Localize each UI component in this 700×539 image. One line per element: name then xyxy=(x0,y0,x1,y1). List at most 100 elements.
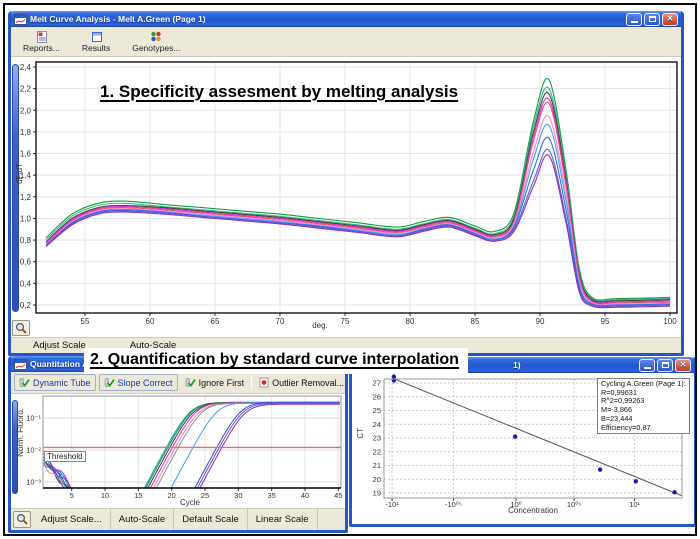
results-icon xyxy=(90,30,103,43)
app-icon xyxy=(14,359,27,370)
magnifier-icon xyxy=(15,322,28,335)
svg-text:35: 35 xyxy=(268,491,276,500)
standard-point-4[interactable] xyxy=(598,467,602,471)
svg-text:19: 19 xyxy=(373,489,381,498)
genotypes-icon xyxy=(149,30,163,43)
svg-text:10⁻²: 10⁻² xyxy=(26,446,41,455)
svg-text:80: 80 xyxy=(406,317,415,326)
svg-text:40: 40 xyxy=(301,491,309,500)
outlier-removal-label: Outlier Removal... xyxy=(272,378,344,388)
reports-label: Reports... xyxy=(23,43,60,53)
svg-text:90: 90 xyxy=(536,317,545,326)
minimize-button[interactable] xyxy=(626,13,642,26)
legend-line: Efficiency=0,87 xyxy=(601,424,686,433)
svg-text:100: 100 xyxy=(663,317,677,326)
std-window-title: 1) xyxy=(513,360,521,370)
std-y-axis-title: CT xyxy=(356,428,365,439)
svg-text:0,2: 0,2 xyxy=(20,301,32,310)
svg-text:0,6: 0,6 xyxy=(20,258,32,267)
svg-text:1,6: 1,6 xyxy=(20,150,32,159)
tube-check-icon xyxy=(185,377,196,388)
magnifier-icon xyxy=(16,513,29,526)
melt-window-titlebar[interactable]: Melt Curve Analysis - Melt A.Green (Page… xyxy=(11,11,681,27)
quant-zoom-button[interactable] xyxy=(13,511,31,528)
slope-correct-button[interactable]: Slope Correct xyxy=(99,374,178,391)
svg-text:5: 5 xyxy=(70,491,74,500)
svg-text:24: 24 xyxy=(373,420,381,429)
dynamic-tube-button[interactable]: Dynamic Tube xyxy=(14,374,96,391)
genotypes-button[interactable]: Genotypes... xyxy=(128,27,184,56)
svg-text:23: 23 xyxy=(373,434,381,443)
svg-text:65: 65 xyxy=(211,317,220,326)
svg-text:70: 70 xyxy=(276,317,285,326)
maximize-button[interactable] xyxy=(657,359,673,372)
standard-point-5[interactable] xyxy=(634,479,638,483)
svg-text:30: 30 xyxy=(234,491,242,500)
svg-text:22: 22 xyxy=(373,447,381,456)
results-label: Results xyxy=(82,43,110,53)
svg-text:2,4: 2,4 xyxy=(20,63,32,72)
svg-text:10⁻¹: 10⁻¹ xyxy=(26,414,41,423)
standard-point-6[interactable] xyxy=(672,490,676,494)
quant-toolbar: Dynamic Tube Slope Correct Ignore First … xyxy=(11,372,345,394)
toolbar-separator xyxy=(251,376,252,390)
close-button[interactable]: ✕ xyxy=(675,359,691,372)
svg-text:2,0: 2,0 xyxy=(20,106,32,115)
standard-curve-legend: Cycling A.Green (Page 1): R=0,99631 R^2=… xyxy=(597,378,690,434)
svg-text:1,0: 1,0 xyxy=(20,214,32,223)
amp-x-axis-title: Cycle xyxy=(150,498,230,507)
auto-scale-button[interactable]: Auto-Scale xyxy=(111,509,174,530)
melt-window-title: Melt Curve Analysis - Melt A.Green (Page… xyxy=(30,14,206,24)
std-x-axis-title: Concentration xyxy=(483,506,583,515)
svg-text:27: 27 xyxy=(373,379,381,388)
svg-text:20: 20 xyxy=(373,475,381,484)
svg-text:26: 26 xyxy=(373,392,381,401)
annotation-specificity: 1. Specificity assesment by melting anal… xyxy=(100,82,458,102)
minimize-button[interactable] xyxy=(639,359,655,372)
reports-button[interactable]: Reports... xyxy=(19,27,64,56)
svg-text:10⁻³: 10⁻³ xyxy=(26,478,41,487)
standard-point-3[interactable] xyxy=(513,434,517,438)
svg-text:85: 85 xyxy=(471,317,480,326)
threshold-marker[interactable]: Threshold xyxy=(44,451,86,462)
tube-check-icon xyxy=(19,377,30,388)
svg-text:1,8: 1,8 xyxy=(20,128,32,137)
slope-correct-label: Slope Correct xyxy=(118,378,173,388)
svg-text:10: 10 xyxy=(101,491,109,500)
melt-zoom-button[interactable] xyxy=(12,320,30,336)
svg-text:55: 55 xyxy=(81,317,90,326)
results-button[interactable]: Results xyxy=(78,27,114,56)
standard-point-2[interactable] xyxy=(392,375,396,379)
desktop: Melt Curve Analysis - Melt A.Green (Page… xyxy=(0,0,700,539)
melt-toolbar: Reports... Results Genotypes... xyxy=(11,27,681,57)
genotypes-label: Genotypes... xyxy=(132,43,180,53)
ignore-first-label: Ignore First xyxy=(199,378,245,388)
reports-icon xyxy=(35,30,48,43)
svg-text:2,2: 2,2 xyxy=(20,85,32,94)
adjust-scale-button[interactable]: Adjust Scale... xyxy=(33,509,111,530)
ignore-first-button[interactable]: Ignore First xyxy=(181,375,249,390)
svg-text:95: 95 xyxy=(601,317,610,326)
svg-text:-10¹: -10¹ xyxy=(385,500,399,509)
svg-text:0,4: 0,4 xyxy=(20,279,32,288)
dynamic-tube-label: Dynamic Tube xyxy=(33,378,91,388)
svg-text:60: 60 xyxy=(146,317,155,326)
linear-scale-button[interactable]: Linear Scale xyxy=(248,509,318,530)
app-icon xyxy=(14,14,27,25)
close-button[interactable]: ✕ xyxy=(662,13,678,26)
maximize-button[interactable] xyxy=(644,13,660,26)
svg-text:-10⁰⁵: -10⁰⁵ xyxy=(445,500,462,509)
quant-scale-bar: Adjust Scale... Auto-Scale Default Scale… xyxy=(11,508,345,530)
adjust-scale-button[interactable]: Adjust Scale xyxy=(11,340,86,351)
svg-text:10¹: 10¹ xyxy=(629,500,640,509)
melt-zoom-strip[interactable] xyxy=(12,64,19,312)
svg-text:1,2: 1,2 xyxy=(20,193,32,202)
amp-y-axis-title: Norm. Fluoro. xyxy=(16,408,25,457)
outlier-removal-button[interactable]: Outlier Removal... xyxy=(255,375,348,390)
tube-check-icon xyxy=(104,377,115,388)
melt-x-axis-title: deg. xyxy=(285,321,355,330)
default-scale-button[interactable]: Default Scale xyxy=(174,509,248,530)
svg-text:0,8: 0,8 xyxy=(20,236,32,245)
melt-y-axis-title: dF/dT xyxy=(15,163,24,184)
outlier-removal-icon xyxy=(259,377,269,388)
